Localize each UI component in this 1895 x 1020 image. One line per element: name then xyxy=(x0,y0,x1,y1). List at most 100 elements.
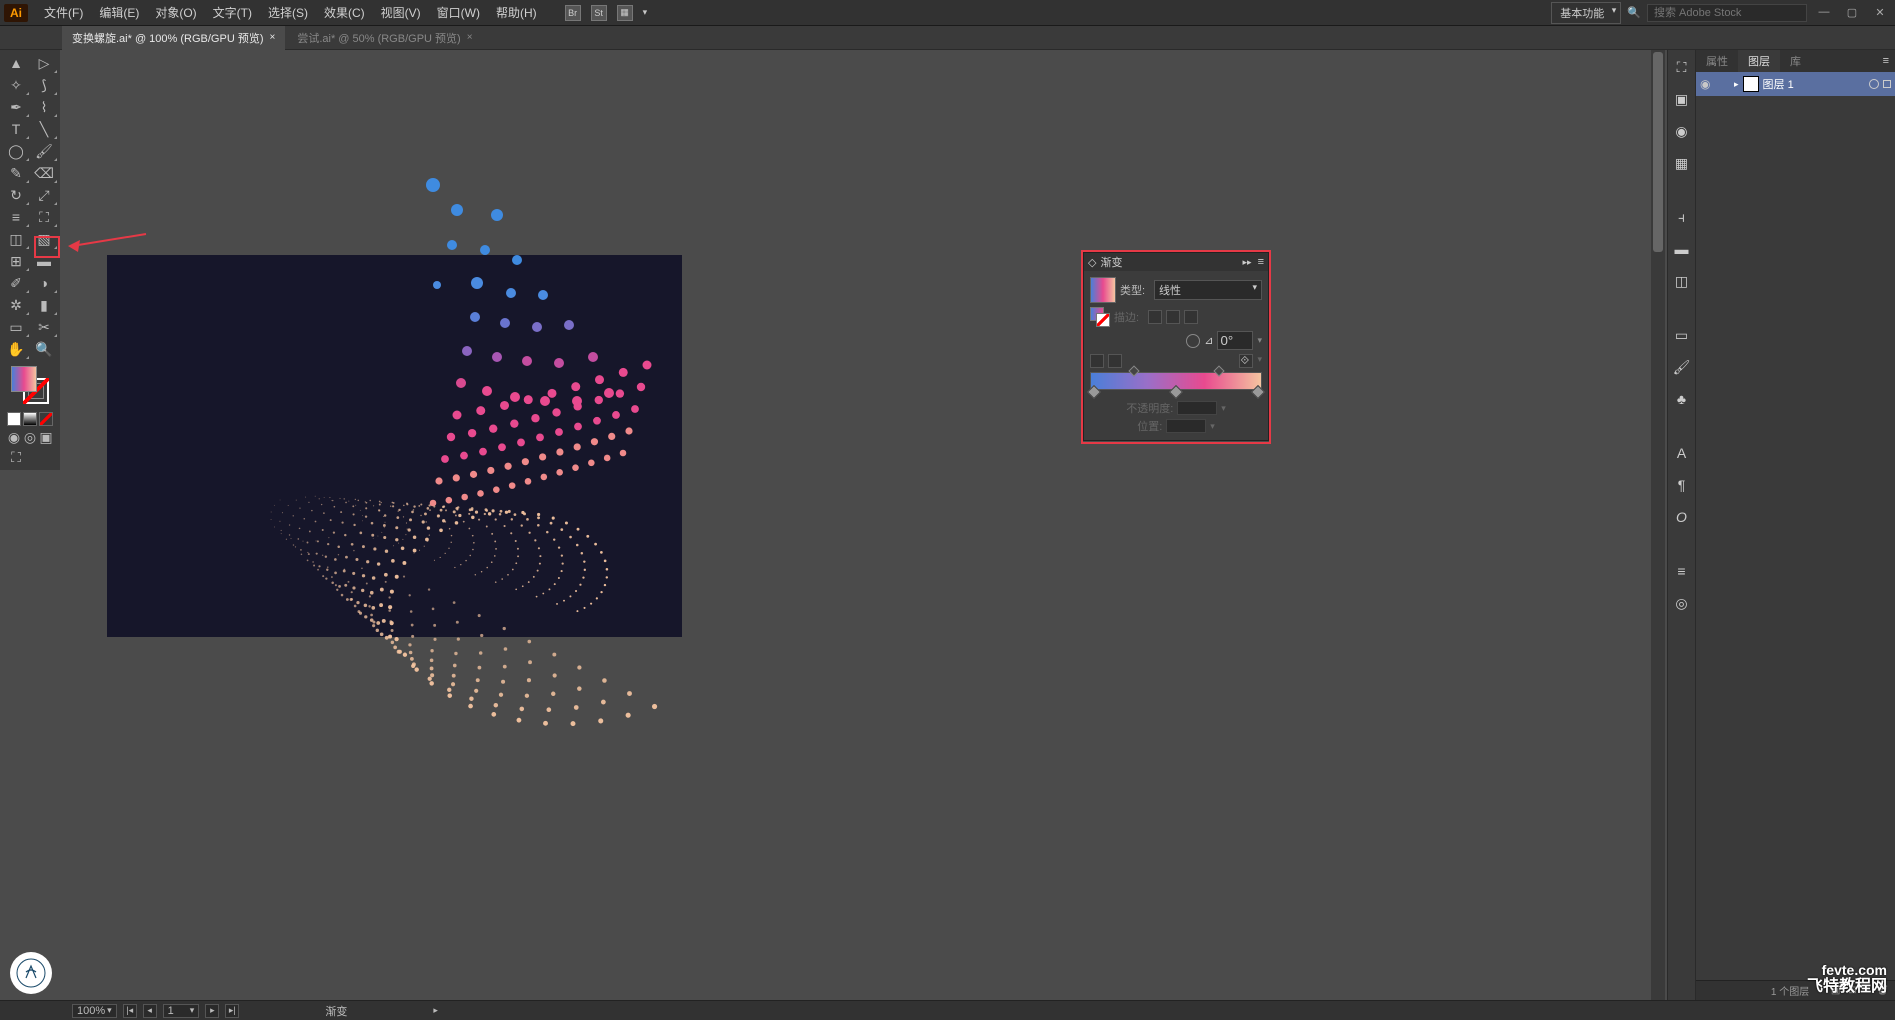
menu-file[interactable]: 文件(F) xyxy=(36,4,91,21)
arrange-dropdown-icon[interactable]: ▾ xyxy=(643,7,648,18)
align-icon[interactable]: ⫞ xyxy=(1673,208,1691,226)
menu-view[interactable]: 视图(V) xyxy=(373,4,429,21)
last-artboard-icon[interactable]: ▸| xyxy=(225,1004,239,1018)
graphic-styles-icon[interactable]: ≡ xyxy=(1673,562,1691,580)
reverse-gradient-icon[interactable] xyxy=(1108,354,1122,368)
aspect-ratio-icon[interactable] xyxy=(1090,354,1104,368)
rotate-tool-icon[interactable]: ↻ xyxy=(2,184,30,206)
screen-mode-icon[interactable]: ⛶ xyxy=(2,446,30,468)
rectangle-tool-icon[interactable]: ◯ xyxy=(2,140,30,162)
eyedropper-tool-icon[interactable]: ✐ xyxy=(2,272,30,294)
stroke-apply-within-icon[interactable] xyxy=(1148,310,1162,324)
character-icon[interactable]: A xyxy=(1673,444,1691,462)
layer-expand-icon[interactable]: ▸ xyxy=(1734,79,1739,90)
menu-edit[interactable]: 编辑(E) xyxy=(91,4,147,21)
gradient-mode-icon[interactable] xyxy=(23,412,37,426)
menu-effect[interactable]: 效果(C) xyxy=(316,4,373,21)
appearance-icon[interactable]: ▭ xyxy=(1673,326,1691,344)
draw-normal-icon[interactable]: ◉ xyxy=(7,430,21,444)
fill-stroke-swatch[interactable] xyxy=(2,360,58,410)
mesh-tool-icon[interactable]: ⊞ xyxy=(2,250,30,272)
window-minimize-icon[interactable]: — xyxy=(1813,6,1835,20)
canvas-area[interactable] xyxy=(62,50,1665,1000)
slice-tool-icon[interactable]: ✂ xyxy=(30,316,58,338)
column-graph-tool-icon[interactable]: ▮ xyxy=(30,294,58,316)
tab-layers[interactable]: 图层 xyxy=(1738,50,1780,72)
stroke-panel-icon[interactable]: ◎ xyxy=(1673,594,1691,612)
opentype-icon[interactable]: O xyxy=(1673,508,1691,526)
selection-tool-icon[interactable]: ▲ xyxy=(2,52,30,74)
shape-builder-tool-icon[interactable]: ◫ xyxy=(2,228,30,250)
blend-tool-icon[interactable]: ◑ xyxy=(30,272,58,294)
type-tool-icon[interactable]: T xyxy=(2,118,30,140)
draw-inside-icon[interactable]: ▣ xyxy=(39,430,53,444)
color-guide-icon[interactable]: ▦ xyxy=(1673,154,1691,172)
gradient-tool-icon[interactable]: ▬ xyxy=(30,250,58,272)
menu-select[interactable]: 选择(S) xyxy=(260,4,316,21)
menu-type[interactable]: 文字(T) xyxy=(205,4,260,21)
pathfinder-icon[interactable]: ▬ xyxy=(1673,240,1691,258)
gradient-fill-stroke-toggle[interactable] xyxy=(1090,307,1110,327)
panel-collapse-icon[interactable]: ◇ xyxy=(1088,256,1096,269)
gradient-preview-swatch[interactable] xyxy=(1090,277,1116,303)
gradient-angle-input[interactable] xyxy=(1217,331,1253,350)
status-dropdown-icon[interactable]: ▸ xyxy=(433,1005,438,1016)
gradient-midpoint-icon[interactable]: ⟐ xyxy=(1239,354,1253,368)
draw-behind-icon[interactable]: ◎ xyxy=(23,430,37,444)
document-tab-active[interactable]: 变换螺旋.ai* @ 100% (RGB/GPU 预览) × xyxy=(62,26,285,50)
workspace-switcher[interactable]: 基本功能 xyxy=(1551,2,1621,24)
artboard-select[interactable]: 1▾ xyxy=(163,1004,200,1018)
stroke-apply-along-icon[interactable] xyxy=(1166,310,1180,324)
layer-target-icon[interactable] xyxy=(1869,79,1879,89)
document-tab-inactive[interactable]: 尝试.ai* @ 50% (RGB/GPU 预览) × xyxy=(287,26,482,50)
zoom-tool-icon[interactable]: 🔍 xyxy=(30,338,58,360)
window-close-icon[interactable]: ✕ xyxy=(1869,6,1891,20)
transform-icon[interactable]: ◫ xyxy=(1673,272,1691,290)
gradient-stop[interactable] xyxy=(1087,385,1101,399)
panel-menu-icon[interactable]: ≡ xyxy=(1258,256,1264,268)
gradient-stop[interactable] xyxy=(1169,385,1183,399)
window-maximize-icon[interactable]: ▢ xyxy=(1841,6,1863,20)
gradient-panel-header[interactable]: ◇ 渐变 ▸▸ ≡ xyxy=(1084,253,1268,271)
scroll-thumb[interactable] xyxy=(1653,52,1663,252)
search-icon[interactable]: 🔍 xyxy=(1627,6,1641,19)
gradient-slider[interactable] xyxy=(1090,372,1262,390)
shaper-tool-icon[interactable]: ✎ xyxy=(2,162,30,184)
hand-tool-icon[interactable]: ✋ xyxy=(2,338,30,360)
menu-help[interactable]: 帮助(H) xyxy=(488,4,545,21)
prev-artboard-icon[interactable]: ◂ xyxy=(143,1004,157,1018)
perspective-tool-icon[interactable]: ▧ xyxy=(30,228,58,250)
width-tool-icon[interactable]: ≡ xyxy=(2,206,30,228)
lasso-tool-icon[interactable]: ⟆ xyxy=(30,74,58,96)
position-input[interactable] xyxy=(1166,419,1206,433)
color-mode-icon[interactable] xyxy=(7,412,21,426)
artboard-tool-icon[interactable]: ▭ xyxy=(2,316,30,338)
layer-row[interactable]: ◉ ▸ 图层 1 xyxy=(1696,72,1895,96)
paintbrush-tool-icon[interactable]: 🖌 xyxy=(30,140,58,162)
pen-tool-icon[interactable]: ✒ xyxy=(2,96,30,118)
direct-selection-tool-icon[interactable]: ▷ xyxy=(30,52,58,74)
gradient-stop[interactable] xyxy=(1251,385,1265,399)
tab-close-icon[interactable]: × xyxy=(269,32,275,43)
stroke-apply-across-icon[interactable] xyxy=(1184,310,1198,324)
tab-libraries[interactable]: 库 xyxy=(1780,50,1811,72)
arrange-docs-icon[interactable]: ▦ xyxy=(617,5,633,21)
brushes-icon[interactable]: 🖌 xyxy=(1673,358,1691,376)
tab-properties[interactable]: 属性 xyxy=(1696,50,1738,72)
menu-object[interactable]: 对象(O) xyxy=(147,4,204,21)
symbol-sprayer-tool-icon[interactable]: ✲ xyxy=(2,294,30,316)
scale-tool-icon[interactable]: ⤢ xyxy=(30,184,58,206)
none-mode-icon[interactable] xyxy=(39,412,53,426)
expand-panel-icon[interactable]: ⛶ xyxy=(1673,58,1691,76)
libraries-icon[interactable]: ▣ xyxy=(1673,90,1691,108)
zoom-select[interactable]: 100%▾ xyxy=(72,1004,117,1018)
search-input[interactable] xyxy=(1647,4,1807,22)
color-icon[interactable]: ◉ xyxy=(1673,122,1691,140)
eraser-tool-icon[interactable]: ⌫ xyxy=(30,162,58,184)
visibility-toggle-icon[interactable]: ◉ xyxy=(1700,77,1714,91)
angle-dial-icon[interactable] xyxy=(1186,334,1200,348)
curvature-tool-icon[interactable]: ⌇ xyxy=(30,96,58,118)
bridge-icon[interactable]: Br xyxy=(565,5,581,21)
tab-close-icon[interactable]: × xyxy=(467,32,473,43)
panel-menu-icon[interactable]: ≡ xyxy=(1877,55,1895,67)
